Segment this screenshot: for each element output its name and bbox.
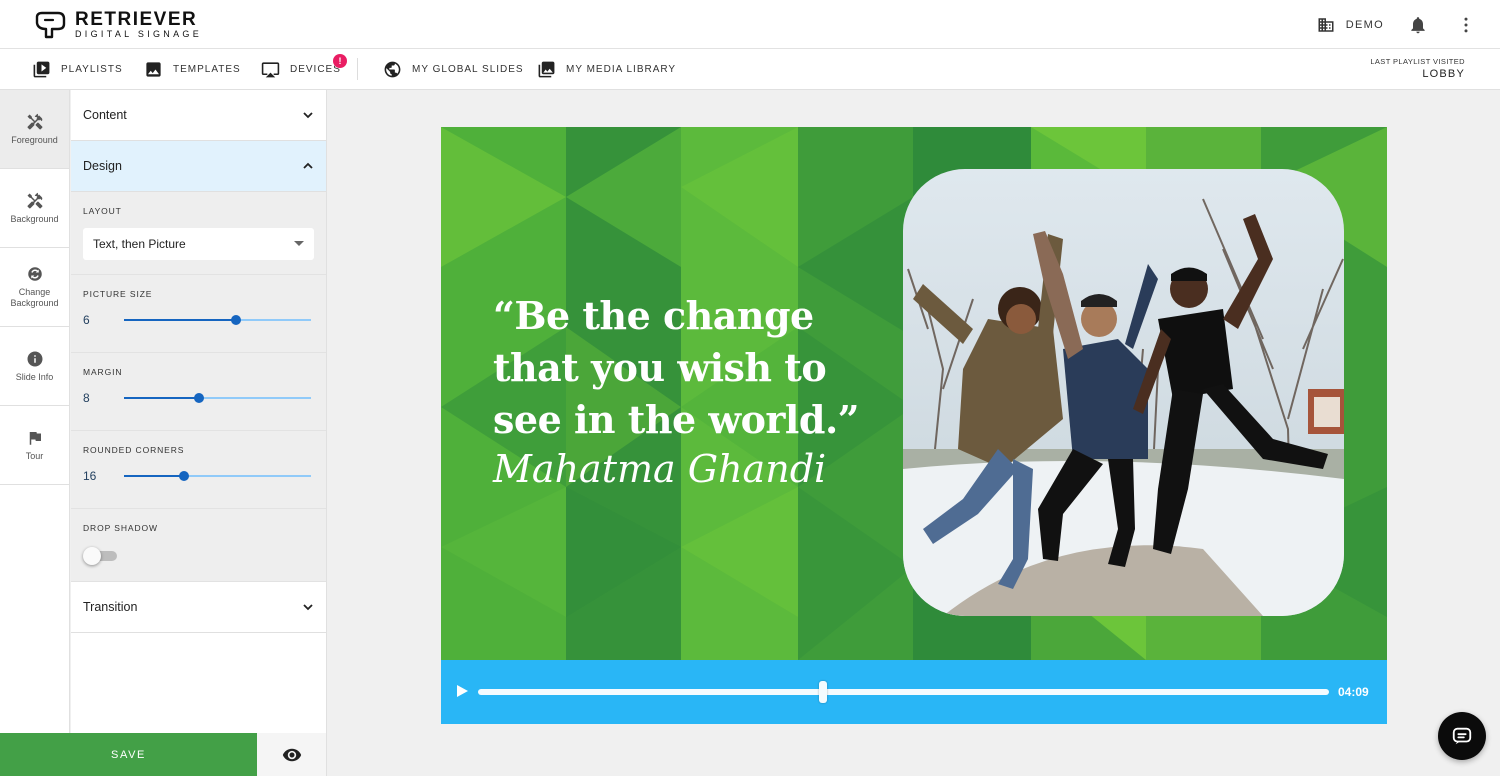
play-icon[interactable] [455, 684, 469, 698]
flag-icon [29, 431, 41, 445]
slide-photo[interactable] [903, 169, 1344, 616]
rail-slide-info-label: Slide Info [15, 371, 54, 382]
rail-background-label: Background [10, 213, 59, 224]
nav-global-slides[interactable]: MY GLOBAL SLIDES [383, 49, 524, 89]
nav-media-library-label: MY MEDIA LIBRARY [566, 63, 677, 75]
tools-icon [27, 113, 42, 130]
rail-change-background-label: Change Background [10, 287, 59, 308]
slide-author: Mahatma Ghandi [493, 447, 827, 491]
cast-icon [261, 61, 280, 77]
editor-side-rail: Foreground Background Change Background … [0, 90, 70, 733]
chevron-up-icon [303, 162, 313, 169]
drop-shadow-label: DROP SHADOW [83, 523, 158, 533]
save-button[interactable]: SAVE [0, 733, 257, 776]
transition-accordion[interactable]: Transition [71, 582, 326, 633]
margin-section: MARGIN 8 [71, 353, 326, 431]
building-icon [1318, 17, 1334, 32]
margin-label: MARGIN [83, 367, 123, 377]
devices-alert-badge: ! [333, 54, 347, 68]
rail-foreground-label: Foreground [11, 134, 58, 145]
chevron-down-icon [303, 604, 313, 611]
last-visited-label: LAST PLAYLIST VISITED [1370, 57, 1465, 66]
margin-value: 8 [83, 391, 90, 405]
margin-slider[interactable] [124, 393, 311, 403]
slider-fill [124, 397, 199, 399]
jumping-friends-photo [903, 169, 1344, 616]
notifications-bell-icon[interactable] [1408, 15, 1428, 35]
picture-size-slider[interactable] [124, 315, 311, 325]
photo-library-icon [538, 61, 555, 77]
top-header: RETRIEVER DIGITAL SIGNAGE DEMO [0, 0, 1500, 49]
retriever-logo[interactable]: RETRIEVER DIGITAL SIGNAGE [33, 9, 203, 39]
last-visited-value: LOBBY [1422, 68, 1465, 80]
chat-icon [1452, 727, 1472, 745]
chevron-down-icon [303, 112, 313, 119]
nav-devices-label: DEVICES [290, 63, 341, 75]
layout-select[interactable]: Text, then Picture [83, 228, 314, 260]
rail-item-background[interactable]: Background [0, 169, 69, 248]
dropdown-arrow-icon [294, 241, 304, 246]
rail-item-foreground[interactable]: Foreground [0, 90, 69, 169]
nav-templates[interactable]: TEMPLATES [144, 49, 241, 89]
nav-global-slides-label: MY GLOBAL SLIDES [412, 63, 524, 75]
brand-tagline: DIGITAL SIGNAGE [75, 29, 203, 39]
nav-divider [357, 58, 358, 80]
layout-label: LAYOUT [83, 206, 122, 216]
nav-templates-label: TEMPLATES [173, 63, 241, 75]
design-accordion[interactable]: Design [71, 141, 326, 192]
rounded-corners-slider[interactable] [124, 471, 311, 481]
design-panel: Content Design LAYOUT Text, then Picture… [71, 90, 327, 733]
eye-icon [282, 748, 301, 761]
more-vert-icon[interactable] [1456, 15, 1476, 35]
picture-size-value: 6 [83, 313, 90, 327]
toggle-knob [83, 547, 101, 565]
org-label: DEMO [1345, 18, 1384, 31]
content-accordion[interactable]: Content [71, 90, 326, 141]
slider-thumb[interactable] [178, 471, 189, 481]
nav-playlists-label: PLAYLISTS [61, 63, 123, 75]
change-background-icon [27, 267, 42, 281]
slider-fill [124, 475, 184, 477]
rail-item-tour[interactable]: Tour [0, 406, 69, 485]
main-nav: PLAYLISTS TEMPLATES DEVICES ! MY GLOBAL … [0, 49, 1500, 90]
rail-tour-label: Tour [25, 450, 44, 461]
image-icon [146, 61, 161, 77]
rail-item-slide-info[interactable]: Slide Info [0, 327, 69, 406]
content-accordion-label: Content [83, 108, 127, 122]
drop-shadow-toggle[interactable] [83, 546, 117, 566]
tools-icon [27, 192, 42, 209]
brand-name: RETRIEVER [75, 9, 198, 30]
drop-shadow-section: DROP SHADOW [71, 509, 326, 582]
rounded-corners-label: ROUNDED CORNERS [83, 445, 185, 455]
slider-thumb[interactable] [193, 393, 204, 403]
playback-scrubber[interactable] [478, 681, 1329, 703]
rail-item-change-background[interactable]: Change Background [0, 248, 69, 327]
layout-section: LAYOUT Text, then Picture [71, 192, 326, 275]
playback-bar: 04:09 [441, 660, 1387, 724]
picture-size-section: PICTURE SIZE 6 [71, 275, 326, 353]
info-icon [27, 351, 42, 366]
nav-media-library[interactable]: MY MEDIA LIBRARY [537, 49, 676, 89]
rounded-corners-section: ROUNDED CORNERS 16 [71, 431, 326, 509]
layout-select-value: Text, then Picture [93, 237, 186, 251]
retriever-logo-icon [35, 11, 66, 39]
globe-icon [384, 61, 401, 77]
last-playlist-visited[interactable]: LAST PLAYLIST VISITED LOBBY [1370, 57, 1465, 80]
playlist-play-icon [33, 61, 50, 77]
preview-button[interactable] [257, 733, 327, 776]
playback-duration: 04:09 [1338, 685, 1369, 699]
slider-fill [124, 319, 237, 321]
picture-size-label: PICTURE SIZE [83, 289, 153, 299]
slide-preview[interactable]: “Be the change that you wish to see in t… [441, 127, 1387, 660]
playback-scrubber-handle[interactable] [818, 681, 827, 703]
nav-devices[interactable]: DEVICES ! [261, 49, 347, 89]
slider-thumb[interactable] [231, 315, 242, 325]
org-switcher[interactable]: DEMO [1317, 16, 1384, 34]
slide-quote: “Be the change that you wish to see in t… [493, 293, 860, 442]
transition-accordion-label: Transition [83, 600, 138, 614]
rounded-corners-value: 16 [83, 469, 97, 483]
nav-playlists[interactable]: PLAYLISTS [32, 49, 123, 89]
chat-launcher-button[interactable] [1438, 712, 1486, 760]
design-accordion-label: Design [83, 159, 122, 173]
